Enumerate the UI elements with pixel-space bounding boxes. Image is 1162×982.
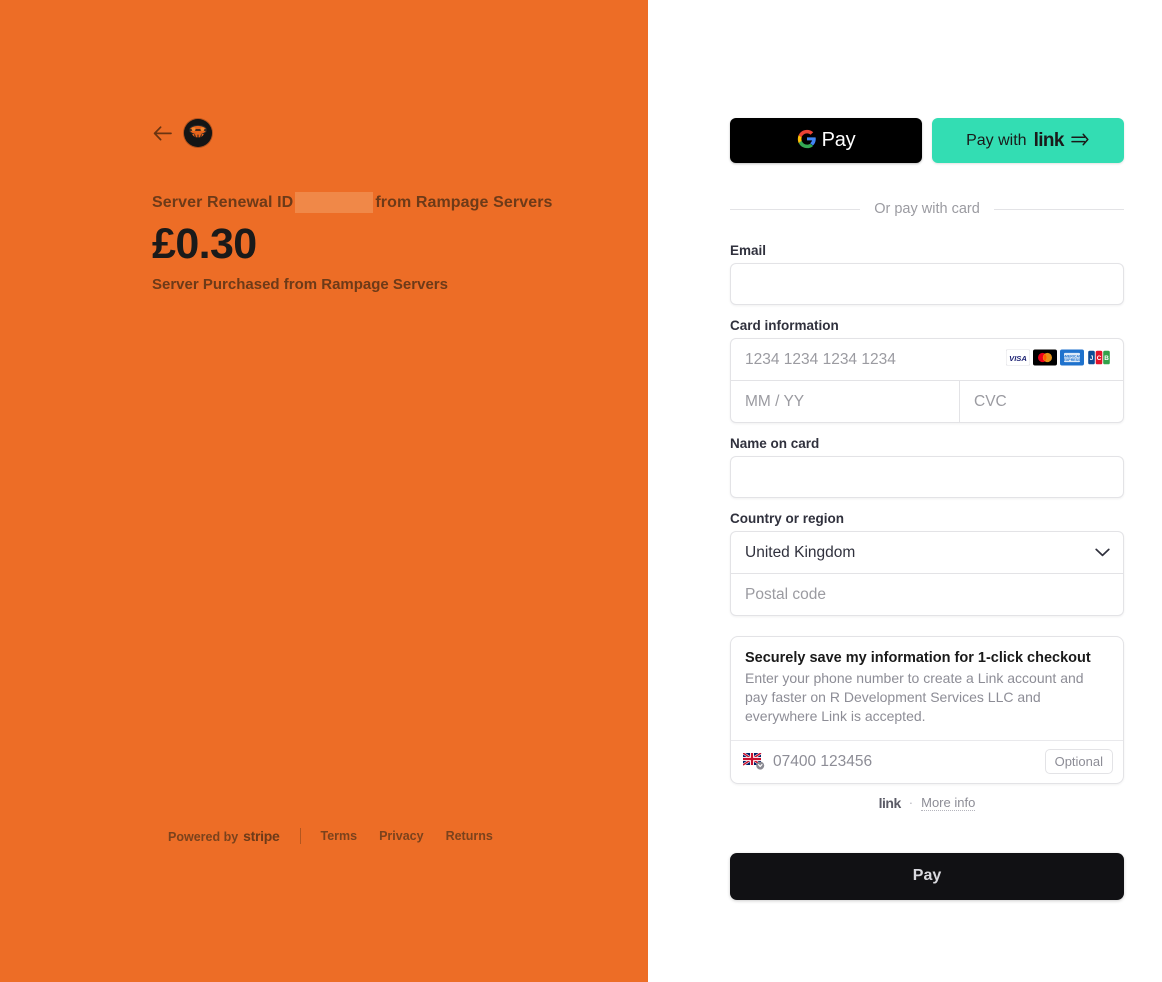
link-footer-wordmark: link bbox=[878, 794, 902, 811]
payment-form-pane: Pay Pay with link Or pay with card Email… bbox=[648, 0, 1162, 982]
terms-link[interactable]: Terms bbox=[321, 829, 358, 843]
optional-badge: Optional bbox=[1044, 749, 1113, 775]
email-label: Email bbox=[730, 243, 767, 258]
country-postal-combo: United Kingdom bbox=[730, 531, 1124, 616]
postal-code-input[interactable] bbox=[731, 574, 1123, 615]
card-information-group: Card information VISA bbox=[730, 318, 1124, 423]
summary-block: Server Renewal ID from Rampage Servers £… bbox=[152, 118, 622, 293]
phone-number-input[interactable] bbox=[773, 752, 1037, 771]
google-pay-label: Pay bbox=[821, 129, 856, 151]
link-footer-dot: · bbox=[908, 795, 914, 811]
order-sub-description: Server Purchased from Rampage Servers bbox=[152, 276, 448, 294]
email-field-group: Email bbox=[730, 243, 1124, 305]
pay-with-link-button[interactable]: Pay with link bbox=[932, 118, 1124, 163]
link-save-info-text: Securely save my information for 1-click… bbox=[731, 637, 1123, 740]
card-expiry-cell bbox=[731, 381, 959, 422]
link-save-info-description: Enter your phone number to create a Link… bbox=[745, 670, 1084, 724]
google-pay-button[interactable]: Pay bbox=[730, 118, 922, 163]
link-wordmark: link bbox=[1033, 129, 1065, 151]
card-cvc-input[interactable] bbox=[960, 381, 1123, 422]
name-on-card-input[interactable] bbox=[730, 456, 1124, 498]
card-expiry-cvc-row: 123 bbox=[731, 380, 1123, 422]
or-pay-with-card-divider: Or pay with card bbox=[730, 201, 1124, 217]
powered-by-stripe: Powered by stripe bbox=[168, 828, 280, 844]
country-row: United Kingdom bbox=[731, 532, 1123, 573]
privacy-link[interactable]: Privacy bbox=[379, 829, 423, 843]
name-on-card-label: Name on card bbox=[730, 436, 820, 451]
more-info-link[interactable]: More info bbox=[921, 795, 976, 811]
email-input[interactable] bbox=[730, 263, 1124, 305]
order-description-suffix: from Rampage Servers bbox=[375, 193, 553, 211]
link-footer: link · More info bbox=[730, 795, 1124, 811]
redacted-order-id bbox=[295, 192, 374, 213]
left-footer: Powered by stripe Terms Privacy Returns bbox=[168, 828, 493, 844]
double-arrow-right-icon bbox=[1071, 133, 1090, 149]
uk-flag-icon[interactable] bbox=[743, 753, 765, 770]
back-arrow-icon[interactable] bbox=[152, 123, 172, 143]
postal-code-row bbox=[731, 573, 1123, 615]
card-information-label: Card information bbox=[730, 318, 839, 333]
card-information-combo: VISA bbox=[730, 338, 1124, 423]
country-region-label: Country or region bbox=[730, 511, 844, 526]
link-save-info-box: Securely save my information for 1-click… bbox=[730, 636, 1124, 784]
returns-link[interactable]: Returns bbox=[446, 829, 493, 843]
order-summary-pane: Server Renewal ID from Rampage Servers £… bbox=[0, 0, 648, 982]
divider-label: Or pay with card bbox=[874, 201, 980, 217]
pay-with-link-content: Pay with link bbox=[966, 130, 1090, 152]
wallet-buttons-row: Pay Pay with link bbox=[730, 118, 1124, 163]
powered-by-label: Powered by bbox=[168, 830, 239, 844]
card-cvc-cell: 123 bbox=[959, 381, 1123, 422]
checkout-page: Server Renewal ID from Rampage Servers £… bbox=[0, 0, 1162, 982]
order-amount: £0.30 bbox=[152, 220, 257, 268]
google-pay-content: Pay bbox=[797, 129, 856, 152]
summary-header bbox=[152, 118, 622, 148]
order-description: Server Renewal ID from Rampage Servers bbox=[152, 192, 622, 213]
order-description-prefix: Server Renewal ID bbox=[152, 193, 294, 211]
google-g-icon bbox=[797, 129, 817, 152]
footer-divider bbox=[299, 828, 301, 844]
pay-button[interactable]: Pay bbox=[730, 852, 1124, 900]
stripe-wordmark: stripe bbox=[243, 828, 280, 844]
pay-with-link-label: Pay with bbox=[966, 131, 1027, 149]
payment-form: Pay Pay with link Or pay with card Email… bbox=[730, 118, 1124, 900]
merchant-logo-icon bbox=[184, 119, 212, 147]
link-phone-row: Optional bbox=[731, 739, 1123, 783]
card-expiry-input[interactable] bbox=[731, 381, 959, 422]
country-select[interactable]: United Kingdom bbox=[731, 532, 1123, 573]
card-number-input[interactable] bbox=[731, 339, 1123, 380]
link-save-info-title: Securely save my information for 1-click… bbox=[745, 650, 1091, 666]
country-region-group: Country or region United Kingdom bbox=[730, 511, 1124, 616]
card-number-row: VISA bbox=[731, 339, 1123, 380]
name-on-card-group: Name on card bbox=[730, 436, 1124, 498]
